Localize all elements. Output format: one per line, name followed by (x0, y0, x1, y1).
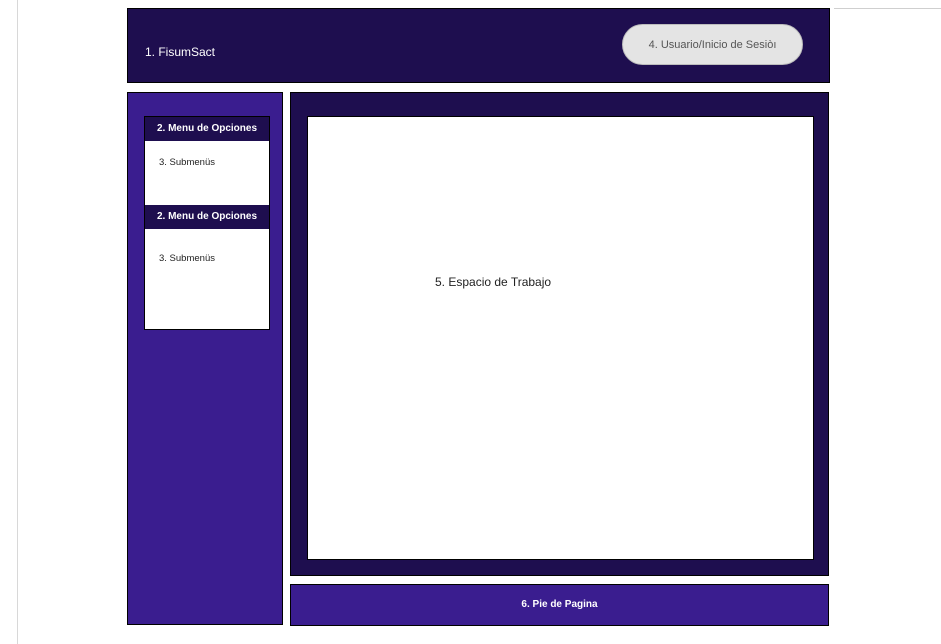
submenu-item-1[interactable]: 3. Submenüs (159, 157, 215, 168)
brand-title: 1. FisumSact (145, 45, 216, 59)
sidebar: 2. Menu de Opciones 3. Submenüs 2. Menu … (127, 92, 283, 625)
footer: 6. Pie de Pagina (290, 584, 829, 626)
page-left-border (17, 0, 18, 644)
menu-header-2[interactable]: 2. Menu de Opciones (145, 205, 269, 229)
user-login-button[interactable]: 4. Usuario/Inicio de Sesiòı (622, 24, 803, 65)
workspace-frame: 5. Espacio de Trabajo (290, 92, 829, 576)
workspace[interactable]: 5. Espacio de Trabajo (307, 116, 814, 560)
menu-header-1[interactable]: 2. Menu de Opciones (145, 117, 269, 141)
workspace-label: 5. Espacio de Trabajo (435, 275, 552, 289)
header: 1. FisumSact 4. Usuario/Inicio de Sesiòı (127, 8, 830, 83)
options-menu-panel: 2. Menu de Opciones 3. Submenüs 2. Menu … (144, 116, 270, 330)
submenu-item-2[interactable]: 3. Submenüs (159, 253, 215, 264)
page-top-border-right (834, 8, 941, 9)
